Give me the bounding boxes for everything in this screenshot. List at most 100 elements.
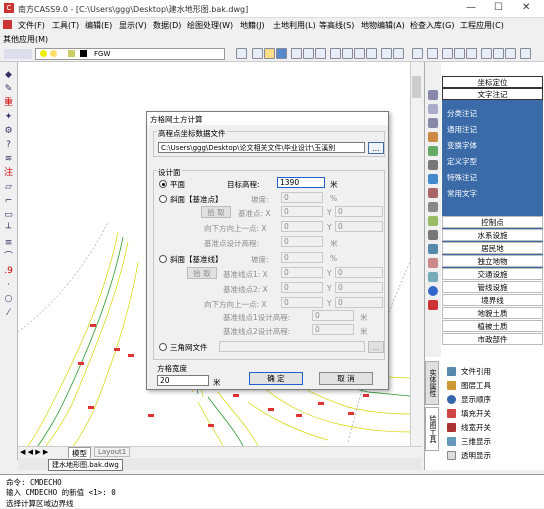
query-icon[interactable]: ? (3, 140, 14, 150)
pipe-icon[interactable] (428, 188, 438, 198)
line-point2-y[interactable]: 0 (335, 282, 383, 293)
locate-icon[interactable] (428, 90, 438, 100)
coordinate-locate-button[interactable]: 坐标定位 (442, 76, 543, 88)
move-icon[interactable] (481, 48, 492, 59)
boundary-icon[interactable]: ⌒ (3, 252, 14, 262)
line2-design-input[interactable]: 0 (312, 324, 354, 335)
general-annotation-item[interactable]: 通用注记 (447, 124, 477, 135)
undo-icon[interactable] (381, 48, 392, 59)
line-point1-x[interactable]: 0 (281, 267, 323, 278)
slope-icon[interactable]: ⁄ (3, 308, 14, 318)
layer-properties-icon[interactable] (4, 49, 32, 59)
tin-radio[interactable] (159, 343, 167, 351)
menu-view[interactable]: 显示(V) (119, 20, 147, 31)
text-annotation-button[interactable]: 文字注记 (442, 88, 543, 100)
tin-browse-button[interactable]: ... (368, 341, 384, 353)
independent-feature-button[interactable]: 独立地物 (442, 255, 543, 267)
class-annotation-item[interactable]: 分类注记 (447, 108, 477, 119)
image-icon[interactable] (428, 244, 438, 254)
properties-icon[interactable] (442, 48, 453, 59)
flag-icon[interactable] (428, 258, 438, 268)
downdir-x[interactable]: 0 (281, 221, 323, 232)
boundary-icon[interactable] (428, 202, 438, 212)
tab-nav-arrows[interactable]: ◀ ◀ ▶ ▶ (20, 448, 48, 456)
cancel-button[interactable]: 取 消 (319, 372, 373, 385)
open-file-icon[interactable] (264, 48, 275, 59)
area-icon[interactable]: ▱ (3, 182, 14, 192)
flat-radio[interactable] (159, 180, 167, 188)
match-layer-icon[interactable] (236, 48, 247, 59)
check-icon[interactable] (291, 48, 302, 59)
zoom-out-icon[interactable] (354, 48, 365, 59)
base-design-input[interactable]: 0 (281, 236, 323, 247)
elevation-icon[interactable]: .9 (3, 266, 14, 276)
slope-line-radio[interactable] (159, 255, 167, 263)
field-icon[interactable] (428, 216, 438, 226)
point-icon[interactable]: ◆ (3, 70, 14, 80)
zoom-in-icon[interactable] (342, 48, 353, 59)
road-icon[interactable] (428, 160, 438, 170)
vertical-scrollbar[interactable] (410, 62, 422, 446)
draw-order-icon[interactable] (466, 48, 477, 59)
water-icon[interactable] (428, 174, 438, 184)
special-annotation-item[interactable]: 特殊注记 (447, 172, 477, 183)
close-button[interactable]: ✕ (522, 2, 530, 13)
tin-file-input[interactable] (219, 341, 365, 352)
change-font-item[interactable]: 变换字体 (447, 140, 477, 151)
menu-draw[interactable]: 绘图处理(W) (187, 20, 233, 31)
rectangle-icon[interactable]: ▭ (3, 210, 14, 220)
zoom-window-icon[interactable] (366, 48, 377, 59)
scale-icon[interactable] (505, 48, 516, 59)
rotate-icon[interactable] (493, 48, 504, 59)
traffic-facility-button[interactable]: 交通设施 (442, 268, 543, 280)
line-icon[interactable] (427, 48, 438, 59)
redo-icon[interactable] (393, 48, 404, 59)
target-elevation-input[interactable]: 1390 (277, 177, 325, 188)
ok-button[interactable]: 确 定 (249, 372, 303, 385)
menu-cadastre[interactable]: 地籍(J) (240, 20, 265, 31)
gear-icon[interactable]: ⚙ (3, 126, 14, 136)
menu-file[interactable]: 文件(F) (18, 20, 45, 31)
copy-icon[interactable] (315, 48, 326, 59)
pick-button-2[interactable]: 拾 取 (187, 267, 217, 279)
toolbar-more-icon[interactable] (520, 48, 531, 59)
control-point-button[interactable]: 控制点 (442, 216, 543, 228)
downdir2-y[interactable]: 0 (335, 297, 383, 308)
menu-check[interactable]: 检查入库(G) (410, 20, 454, 31)
tab-layout1[interactable]: Layout1 (94, 447, 131, 457)
contour-icon[interactable]: ≋ (3, 154, 14, 164)
circle-icon[interactable]: ○ (3, 294, 14, 304)
browse-button[interactable]: ... (368, 142, 384, 154)
pen-icon[interactable] (303, 48, 314, 59)
menu-tools[interactable]: 工具(T) (52, 20, 79, 31)
file-tab[interactable]: 建水地形图.bak.dwg (48, 459, 123, 471)
save-icon[interactable] (276, 48, 287, 59)
common-text-item[interactable]: 常用文字 (447, 188, 477, 199)
rebuild-icon[interactable]: 重 (3, 98, 14, 108)
minimize-button[interactable]: — (466, 2, 476, 13)
pipeline-facility-button[interactable]: 管线设施 (442, 281, 543, 293)
menu-engineering[interactable]: 工程应用(C) (460, 20, 504, 31)
text-style-icon[interactable] (412, 48, 423, 59)
close-icon[interactable] (428, 300, 438, 310)
downdir-y[interactable]: 0 (335, 221, 383, 232)
maximize-button[interactable]: ☐ (494, 2, 503, 13)
base-point-y[interactable]: 0 (335, 206, 383, 217)
vegetation-button[interactable]: 植被土质 (442, 320, 543, 332)
transparent-display-item[interactable]: 透明显示 (461, 450, 491, 461)
display-order-item[interactable]: 显示顺序 (461, 394, 491, 405)
building-icon[interactable] (428, 132, 438, 142)
slope-point-radio[interactable] (159, 195, 167, 203)
layer-dropdown[interactable]: FGW (35, 48, 225, 60)
scroll-thumb[interactable] (412, 76, 421, 98)
new-file-icon[interactable] (252, 48, 263, 59)
define-font-item[interactable]: 定义字型 (447, 156, 477, 167)
menu-data[interactable]: 数据(D) (153, 20, 181, 31)
slope1-input[interactable]: 0 (281, 192, 323, 203)
grid-icon[interactable] (428, 118, 438, 128)
slope2-input[interactable]: 0 (281, 252, 323, 263)
menu-feature-edit[interactable]: 地物编辑(A) (361, 20, 405, 31)
pick-icon[interactable]: ✦ (3, 112, 14, 122)
fence-icon[interactable]: ┴ (3, 224, 14, 234)
edit-icon[interactable]: ✎ (3, 84, 14, 94)
